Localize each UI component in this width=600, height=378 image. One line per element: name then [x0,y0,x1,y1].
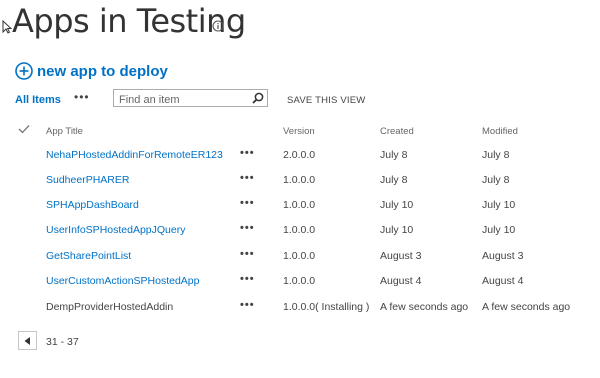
created-cell: August 3 [380,250,422,262]
column-header-modified[interactable]: Modified [482,126,518,137]
version-cell: 1.0.0.0 [283,250,316,262]
modified-cell: July 8 [482,174,510,186]
version-cell: 1.0.0.0 [283,224,316,236]
item-menu-button[interactable]: ••• [240,299,255,311]
view-selector-all-items[interactable]: All Items [15,94,61,106]
created-cell: July 10 [380,199,414,211]
modified-cell: July 8 [482,149,510,161]
plus-circle-icon [15,62,33,80]
item-menu-button[interactable]: ••• [240,197,255,209]
app-title-link[interactable]: SudheerPHARER [46,174,129,186]
checkmark-icon[interactable] [18,124,30,134]
item-menu-button[interactable]: ••• [240,273,255,285]
info-icon[interactable] [212,20,224,32]
search-input[interactable] [114,92,249,108]
column-header-app-title[interactable]: App Title [46,126,83,137]
modified-cell: August 4 [482,275,524,287]
search-icon[interactable] [252,92,264,104]
page-title: Apps in Testing [12,2,246,40]
version-cell: 2.0.0.0 [283,149,316,161]
app-title-link[interactable]: NehaPHostedAddinForRemoteER123 [46,149,223,161]
created-cell: July 10 [380,224,414,236]
previous-page-button[interactable] [18,331,37,350]
app-title-link[interactable]: SPHAppDashBoard [46,199,139,211]
triangle-left-icon [24,337,30,345]
save-view-button[interactable]: SAVE THIS VIEW [287,95,365,106]
column-header-created[interactable]: Created [380,126,414,137]
version-cell: 1.0.0.0 [283,275,316,287]
item-menu-button[interactable]: ••• [240,147,255,159]
version-cell: 1.0.0.0 [283,174,316,186]
modified-cell: A few seconds ago [482,301,571,313]
app-title-link[interactable]: UserCustomActionSPHostedApp [46,275,200,287]
created-cell: A few seconds ago [380,301,469,313]
created-cell: July 8 [380,149,408,161]
item-menu-button[interactable]: ••• [240,248,255,260]
modified-cell: August 3 [482,250,524,262]
search-box [113,89,268,108]
app-title-link[interactable]: GetSharePointList [46,250,131,262]
view-more-button[interactable]: ••• [74,90,90,104]
app-title-text: DempProviderHostedAddin [46,301,174,313]
created-cell: August 4 [380,275,422,287]
mouse-cursor-icon [2,20,12,34]
page-range-label: 31 - 37 [46,336,79,348]
version-cell: 1.0.0.0( Installing ) [283,301,370,313]
modified-cell: July 10 [482,199,516,211]
modified-cell: July 10 [482,224,516,236]
app-title-link[interactable]: UserInfoSPHostedAppJQuery [46,224,185,236]
new-app-label: new app to deploy [37,62,168,80]
item-menu-button[interactable]: ••• [240,172,255,184]
column-header-version[interactable]: Version [283,126,315,137]
new-app-button[interactable]: new app to deploy [15,62,168,80]
created-cell: July 8 [380,174,408,186]
item-menu-button[interactable]: ••• [240,222,255,234]
version-cell: 1.0.0.0 [283,199,316,211]
